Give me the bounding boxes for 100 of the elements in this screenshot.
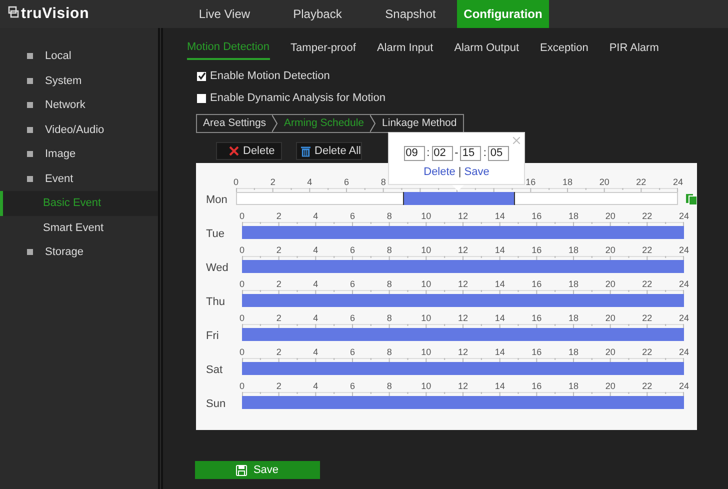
hour-label: 0: [234, 176, 238, 188]
hour-label: 8: [386, 312, 392, 324]
delete-all-button[interactable]: Delete All: [296, 142, 362, 160]
schedule-bar[interactable]: [242, 362, 684, 375]
hour-label: 2: [276, 244, 282, 256]
hour-label: 16: [532, 278, 542, 290]
hour-label: 4: [313, 312, 318, 324]
time-field[interactable]: 05: [488, 146, 510, 161]
hour-label: 22: [642, 278, 652, 290]
checkbox-label: Enable Dynamic Analysis for Motion: [210, 90, 386, 106]
time-field[interactable]: 09: [404, 146, 425, 161]
subtab[interactable]: Exception: [540, 36, 588, 60]
hour-label: 2: [276, 210, 282, 222]
sidebar-item[interactable]: Image: [0, 142, 158, 166]
step-tab[interactable]: Arming Schedule: [278, 115, 370, 132]
hour-label: 16: [532, 312, 542, 324]
sidebar-item[interactable]: Basic Event: [0, 191, 158, 216]
hour-label: 12: [458, 278, 468, 290]
hour-label: 16: [532, 244, 542, 256]
schedule-bar[interactable]: [242, 328, 684, 341]
hour-label: 16: [532, 210, 542, 222]
nav-tab[interactable]: Configuration: [457, 0, 549, 28]
separator: -: [454, 146, 458, 161]
hour-label: 14: [494, 312, 505, 324]
close-icon: [229, 146, 239, 156]
sidebar-item[interactable]: Video/Audio: [0, 118, 158, 142]
hour-label: 18: [568, 278, 578, 290]
nav-tab[interactable]: Playback: [271, 0, 364, 28]
hour-label: 18: [568, 312, 578, 324]
nav-tab[interactable]: Snapshot: [364, 0, 457, 28]
delete-button[interactable]: Delete: [216, 142, 282, 160]
save-button[interactable]: Save: [195, 461, 320, 479]
bullet-icon: [27, 126, 33, 133]
hour-label: 18: [568, 380, 578, 392]
hour-label: 2: [270, 176, 276, 188]
schedule-bar[interactable]: [242, 294, 684, 307]
checkbox[interactable]: [197, 94, 206, 102]
hour-label: 18: [568, 244, 578, 256]
brand-name: truVision: [21, 4, 90, 24]
hour-label: 12: [458, 380, 468, 392]
subtab[interactable]: Tamper-proof: [290, 36, 356, 60]
hour-label: 4: [313, 346, 318, 358]
hour-label: 12: [458, 244, 468, 256]
hour-label: 14: [494, 210, 505, 222]
bullet-icon: [27, 176, 33, 182]
hour-label: 18: [562, 176, 572, 188]
hour-label: 24: [679, 210, 689, 222]
hour-label: 0: [240, 312, 244, 324]
subtab[interactable]: Alarm Input: [376, 36, 434, 60]
hour-label: 20: [605, 312, 616, 324]
hour-label: 8: [386, 278, 392, 290]
sidebar-item[interactable]: Smart Event: [0, 216, 158, 240]
hour-label: 18: [568, 210, 578, 222]
delete-link[interactable]: Delete: [424, 164, 456, 180]
sidebar-item[interactable]: Storage: [0, 240, 158, 264]
subtab[interactable]: Alarm Output: [454, 36, 520, 60]
checkbox[interactable]: [197, 72, 206, 80]
checkbox-label: Enable Motion Detection: [210, 68, 330, 84]
subtab[interactable]: PIR Alarm: [609, 36, 659, 60]
hour-label: 4: [307, 176, 312, 188]
hour-label: 8: [386, 210, 392, 222]
hour-label: 12: [458, 210, 468, 222]
bullet-icon: [27, 102, 33, 108]
hour-label: 6: [350, 244, 355, 256]
hour-label: 8: [386, 346, 392, 358]
hour-label: 22: [636, 176, 646, 188]
close-icon[interactable]: [513, 137, 520, 144]
hour-label: 16: [526, 176, 536, 188]
step-tab[interactable]: Linkage Method: [376, 115, 463, 132]
schedule-bar[interactable]: [242, 226, 684, 239]
nav-tab[interactable]: Live View: [178, 0, 271, 28]
schedule-bar[interactable]: [242, 260, 684, 273]
hour-label: 12: [458, 346, 468, 358]
bullet-icon: [27, 249, 33, 256]
separator: |: [458, 164, 462, 180]
hour-label: 20: [605, 210, 616, 222]
hour-label: 22: [642, 210, 652, 222]
schedule-bar[interactable]: [242, 396, 684, 409]
step-tab[interactable]: Area Settings: [197, 115, 272, 132]
hour-label: 10: [421, 244, 432, 256]
copy-icon[interactable]: [686, 193, 697, 205]
save-link[interactable]: Save: [464, 164, 490, 180]
hour-label: 20: [599, 176, 610, 188]
bullet-icon: [27, 78, 33, 84]
hour-label: 18: [568, 346, 578, 358]
hour-label: 10: [421, 346, 432, 358]
subtab[interactable]: Motion Detection: [187, 36, 270, 60]
schedule-range[interactable]: [403, 192, 515, 205]
time-field[interactable]: 15: [460, 146, 482, 161]
time-field[interactable]: 02: [432, 146, 453, 161]
sidebar-item[interactable]: System: [0, 68, 158, 93]
sidebar-item[interactable]: Event: [0, 166, 158, 191]
hour-label: 22: [642, 380, 652, 392]
hour-label: 10: [421, 210, 432, 222]
hour-label: 0: [240, 380, 244, 392]
sidebar-item[interactable]: Network: [0, 93, 158, 118]
hour-label: 6: [350, 312, 355, 324]
sidebar-item[interactable]: Local: [0, 44, 158, 68]
bullet-icon: [27, 53, 33, 60]
hour-label: 6: [350, 278, 355, 290]
